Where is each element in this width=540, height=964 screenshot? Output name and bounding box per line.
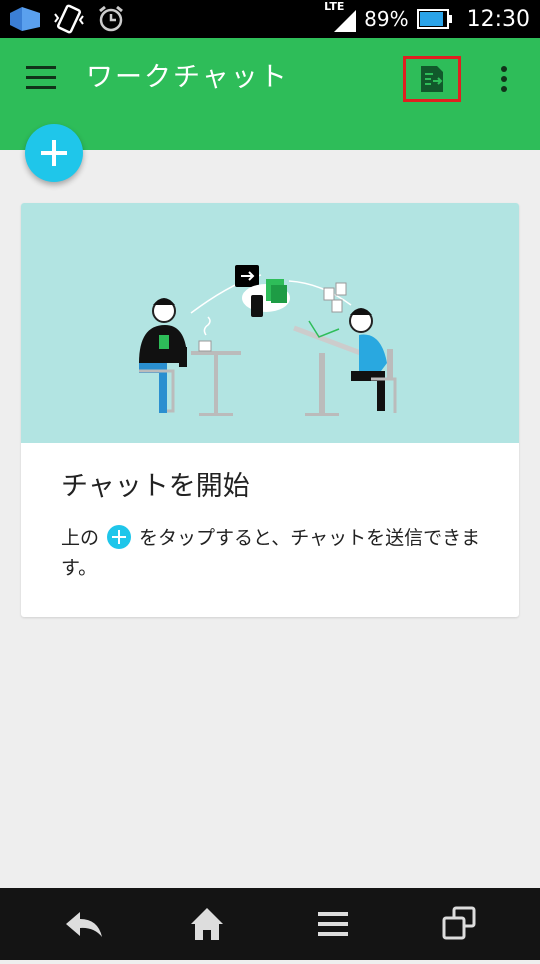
status-bar: LTE 89% 12:30 <box>0 0 540 38</box>
menu-button[interactable] <box>283 888 383 960</box>
document-share-icon <box>421 66 443 92</box>
new-chat-fab[interactable] <box>25 124 83 182</box>
card-body-prefix: 上の <box>61 527 100 549</box>
app-notification-icon <box>10 7 40 31</box>
status-time: 12:30 <box>466 6 530 32</box>
back-button[interactable] <box>32 888 132 960</box>
alarm-icon <box>99 5 123 32</box>
signal-icon: LTE <box>324 0 357 32</box>
home-button[interactable] <box>157 888 257 960</box>
recent-apps-button[interactable] <box>408 888 508 960</box>
home-icon <box>191 908 223 940</box>
page-title: ワークチャット <box>86 62 289 93</box>
empty-state-card: チャットを開始 上の をタップすると、チャットを送信できます。 <box>21 203 519 617</box>
navigation-bar <box>0 888 540 960</box>
card-body: 上の をタップすると、チャットを送信できます。 <box>61 523 491 583</box>
battery-icon <box>416 9 452 29</box>
app-bar: ワークチャット <box>0 38 540 150</box>
menu-icon <box>318 912 348 936</box>
plus-icon <box>107 525 132 549</box>
recent-apps-icon <box>442 906 476 940</box>
more-vert-icon[interactable] <box>494 64 514 94</box>
back-icon <box>66 912 102 937</box>
empty-state-illustration <box>21 203 519 443</box>
battery-percentage: 89% <box>364 7 409 31</box>
vibrate-icon <box>54 4 84 34</box>
document-share-button[interactable] <box>403 56 461 102</box>
menu-icon[interactable] <box>26 66 56 90</box>
card-title: チャットを開始 <box>61 471 250 502</box>
